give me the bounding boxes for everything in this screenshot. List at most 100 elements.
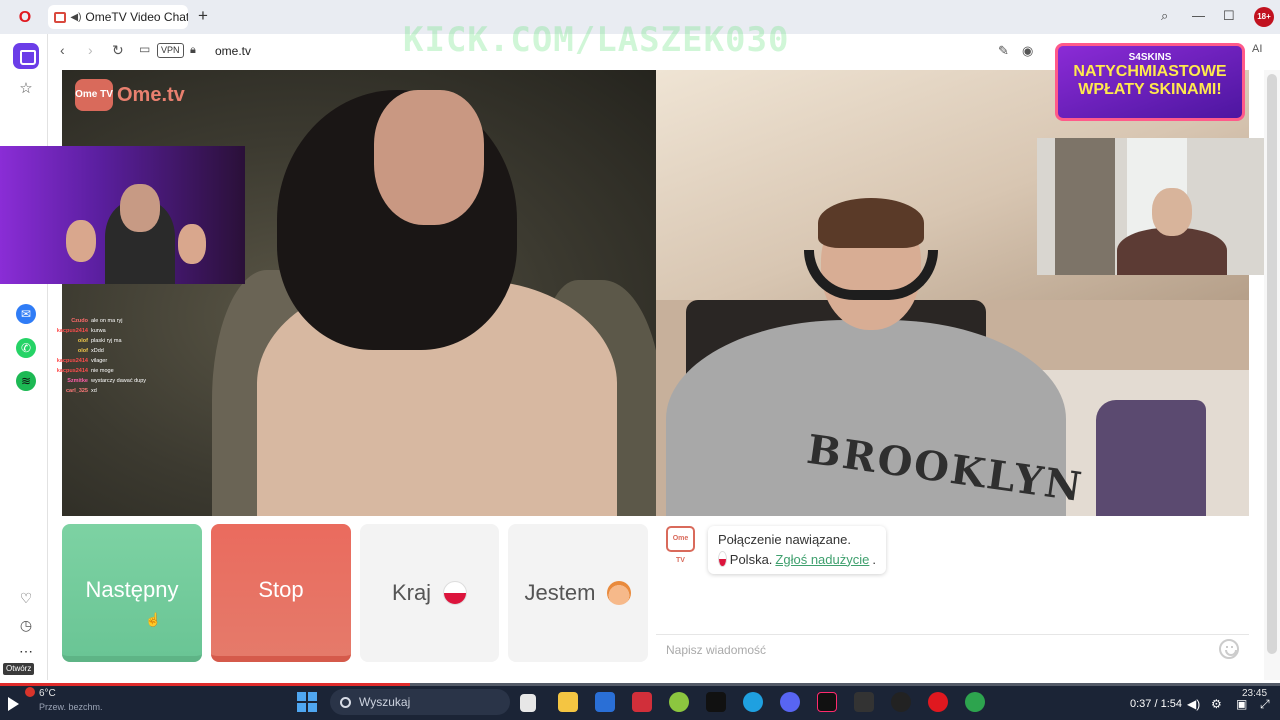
camera-icon[interactable]: ▭ [139,42,150,56]
chat-line: kacpus2414 kurwa [52,326,212,336]
reload-button[interactable]: ↻ [112,42,124,59]
chat-line: Szmitke wystarczy dawać dupy [52,376,212,386]
chat-username: olof [77,338,88,344]
stop-label: Stop [258,577,304,602]
gender-select-button[interactable]: Jestem [508,524,648,662]
messenger-icon[interactable]: ✉ [16,304,36,324]
chat-username: kacpus2414 [56,358,88,364]
next-label: Następny [85,577,179,602]
stop-button[interactable]: Stop [211,524,351,662]
more-icon[interactable]: ⋯ [16,641,36,661]
ometv-logo-text: Ome.tv [117,83,185,106]
opera-taskbar-icon[interactable] [928,692,948,712]
taskbar-search[interactable]: Wyszukaj [330,689,510,715]
message-input[interactable] [666,642,1206,658]
weather-desc[interactable]: Przew. bezchm. [39,702,103,712]
nvidia-icon[interactable] [669,692,689,712]
system-message: Połączenie nawiązane. Polska. Zgłoś nadu… [708,526,886,574]
new-tab-button[interactable]: + [198,7,212,25]
search-placeholder: Wyszukaj [359,695,411,709]
next-button[interactable]: Następny [62,524,202,662]
store-icon[interactable] [595,692,615,712]
search-icon [340,696,351,708]
ometv-logo[interactable]: Ome TV Ome.tv [75,78,185,112]
opera-logo-icon[interactable]: O [16,9,34,27]
sidebar-home-icon[interactable] [13,43,39,69]
browser-tab[interactable]: ◀) OmeTV Video Chat — [48,5,188,29]
tooltip: Otwórz [3,663,35,675]
stranger-video [62,70,656,516]
chat-message: wystarczy dawać dupy [91,378,147,384]
minimize-button[interactable]: — [1192,8,1205,23]
country-filter-button[interactable]: Kraj [360,524,499,662]
chat-line: Czudo ale on ma ryj [52,316,212,326]
shield-app-icon[interactable] [632,692,652,712]
maximize-button[interactable]: ☐ [1223,8,1235,24]
partner-country: Polska. [729,551,773,567]
self-video: BROOKLYN [656,70,1249,516]
app-icon[interactable] [891,692,911,712]
speaker-icon[interactable]: ◀) [70,12,81,23]
ometv-tv-icon: Ome TV [75,79,113,111]
task-view-icon[interactable] [520,694,536,712]
lock-icon[interactable]: 🔒︎ [190,44,196,57]
chat-line: carl_325 xd [52,386,212,396]
search-tabs-icon[interactable]: ⌕ [1161,8,1168,24]
settings-gear-icon[interactable]: ⚙ [1211,697,1222,711]
back-button[interactable]: ‹ [60,42,65,58]
weather-temp[interactable]: 6°C [39,688,56,699]
chat-message: ale on ma ryj [91,318,123,324]
fullscreen-icon[interactable]: ⤢ [1260,697,1270,712]
vpn-badge[interactable]: VPN [157,43,184,58]
file-explorer-icon[interactable] [558,692,578,712]
bookmarks-star-icon[interactable]: ☆ [16,79,36,99]
favorites-heart-icon[interactable]: ♡ [16,588,36,608]
url-field[interactable]: ome.tv [215,44,251,58]
poland-flag-icon [718,551,727,567]
chat-line: kacpus2414 vilager [52,356,212,366]
streamer-webcam [0,146,245,284]
stream-watermark: KICK.COM/LASZEK030 [403,20,790,60]
chat-username: kacpus2414 [56,328,88,334]
volume-icon[interactable]: ◀) [1187,697,1200,711]
terminal-icon[interactable] [854,692,874,712]
taskbar-clock: 23:45 [1242,688,1268,699]
chat-username: carl_325 [65,388,88,394]
aria-ai-button[interactable]: AI [1252,43,1262,55]
windows-start-icon[interactable] [297,692,317,712]
ometv-chat-avatar-icon: Ome TV [666,526,695,564]
profile-avatar[interactable]: 18+ [1254,7,1274,27]
miniplayer-icon[interactable]: ▣ [1236,697,1247,711]
chat-line: olof plaski ryj ma [52,336,212,346]
forward-button[interactable]: › [88,42,93,58]
play-icon[interactable] [8,697,19,711]
stream-chat-overlay: Czudo ale on ma ryj kacpus2414 kurwa olof pla… [52,316,212,396]
promo-banner: S4SKINS NATYCHMIASTOWE WPŁATY SKINAMI! [1055,43,1245,121]
promo-brand: S4SKINS [1128,52,1172,63]
snapshot-icon[interactable]: ◉ [1022,43,1033,59]
history-clock-icon[interactable]: ◷ [16,615,36,635]
chat-message: nie moge [91,368,114,374]
divider [656,634,1249,635]
edit-icon[interactable]: ✎ [998,43,1009,59]
chrome-icon[interactable] [965,692,985,712]
poland-flag-icon [443,581,468,605]
video-progress-fill [0,683,410,686]
chat-username: Szmitke [67,378,88,384]
promo-line-2: WPŁATY SKINAMI! [1078,81,1222,98]
chat-line: kacpus2414 nie moge [52,366,212,376]
tiktok-icon[interactable] [817,692,837,712]
chat-username: Czudo [71,318,88,324]
scrollbar-thumb[interactable] [1267,74,1277,654]
tv-app-icon[interactable] [706,692,726,712]
country-label: Kraj [391,580,432,605]
whatsapp-icon[interactable]: ✆ [16,338,36,358]
emoji-icon[interactable] [1219,639,1239,659]
report-abuse-link[interactable]: Zgłoś nadużycie [775,552,869,567]
promo-line-1: NATYCHMIASTOWE [1073,63,1227,80]
edge-icon[interactable] [743,692,763,712]
spotify-icon[interactable]: ≋ [16,371,36,391]
boy-face-icon [607,581,632,605]
secondary-webcam [1037,138,1280,275]
discord-icon[interactable] [780,692,800,712]
